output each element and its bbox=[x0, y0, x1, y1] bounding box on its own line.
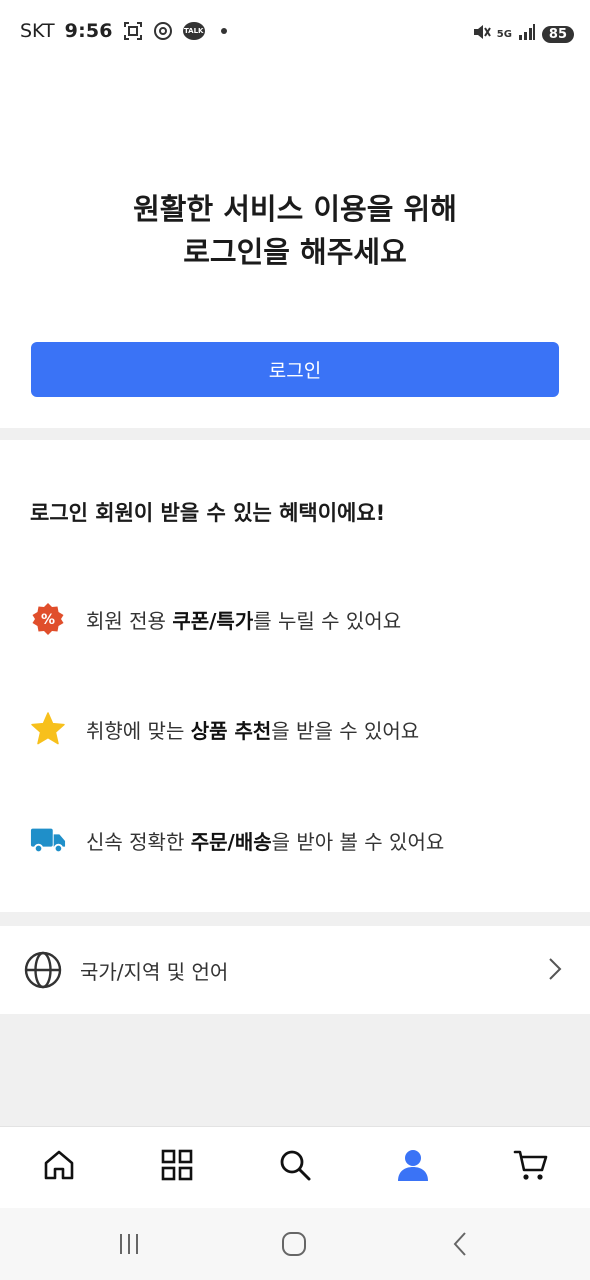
network-label: 5G bbox=[496, 28, 512, 40]
cart-icon[interactable] bbox=[511, 1145, 551, 1185]
globe-icon bbox=[24, 951, 62, 989]
battery-level: 85 bbox=[541, 25, 574, 43]
login-prompt-line1: 원활한 서비스 이용을 위해 bbox=[133, 192, 457, 226]
benefit-text-post: 을 받아 볼 수 있어요 bbox=[271, 829, 445, 854]
empty-area bbox=[0, 1014, 590, 1126]
benefit-text-bold: 쿠폰/특가 bbox=[172, 608, 254, 633]
status-bar: SKT 9:56 TALK 5G 85 bbox=[0, 0, 590, 68]
star-icon bbox=[30, 711, 66, 747]
threads-icon bbox=[153, 21, 173, 41]
benefit-item: 취향에 맞는 상품 추천 을 받을 수 있어요 bbox=[30, 711, 419, 747]
delivery-truck-icon bbox=[30, 822, 66, 858]
benefit-text-pre: 취향에 맞는 bbox=[86, 718, 191, 743]
mute-icon bbox=[471, 22, 491, 46]
bottom-tab-bar bbox=[0, 1126, 590, 1209]
back-icon[interactable] bbox=[440, 1228, 480, 1260]
recent-apps-icon[interactable] bbox=[109, 1228, 149, 1260]
svg-text:%: % bbox=[41, 612, 55, 628]
benefit-text-pre: 회원 전용 bbox=[86, 608, 173, 633]
status-right: 5G 85 bbox=[471, 22, 574, 46]
kakaotalk-icon: TALK bbox=[182, 22, 205, 40]
login-prompt-heading: 원활한 서비스 이용을 위해 로그인을 해주세요 bbox=[0, 188, 590, 274]
home-button-icon[interactable] bbox=[274, 1228, 314, 1260]
benefit-text-post: 을 받을 수 있어요 bbox=[271, 718, 420, 743]
benefit-text-post: 를 누릴 수 있어요 bbox=[253, 608, 402, 633]
login-prompt-line2: 로그인을 해주세요 bbox=[183, 235, 407, 269]
system-navigation-bar bbox=[0, 1208, 590, 1280]
benefits-title: 로그인 회원이 받을 수 있는 혜택이에요! bbox=[30, 501, 386, 525]
benefit-text-bold: 상품 추천 bbox=[190, 718, 272, 743]
status-carrier: SKT bbox=[20, 20, 55, 42]
screenshot-icon bbox=[123, 21, 143, 41]
section-divider bbox=[0, 912, 590, 926]
region-language-row[interactable]: 국가/지역 및 언어 bbox=[0, 926, 590, 1014]
benefit-item: % 회원 전용 쿠폰/특가 를 누릴 수 있어요 bbox=[30, 601, 401, 637]
chevron-right-icon bbox=[548, 956, 562, 982]
search-icon[interactable] bbox=[275, 1145, 315, 1185]
benefit-text-pre: 신속 정확한 bbox=[86, 829, 191, 854]
categories-grid-icon[interactable] bbox=[157, 1145, 197, 1185]
account-icon[interactable] bbox=[393, 1145, 433, 1185]
status-left: SKT 9:56 TALK bbox=[20, 20, 227, 42]
region-language-label: 국가/지역 및 언어 bbox=[80, 959, 229, 984]
section-divider bbox=[0, 428, 590, 440]
signal-icon bbox=[518, 23, 536, 45]
login-button[interactable]: 로그인 bbox=[31, 342, 559, 397]
notification-dot-icon bbox=[220, 28, 227, 34]
percent-badge-icon: % bbox=[30, 601, 66, 637]
benefit-text-bold: 주문/배송 bbox=[190, 829, 272, 854]
benefit-item: 신속 정확한 주문/배송 을 받아 볼 수 있어요 bbox=[30, 822, 444, 858]
home-icon[interactable] bbox=[39, 1145, 79, 1185]
status-time: 9:56 bbox=[64, 20, 113, 42]
